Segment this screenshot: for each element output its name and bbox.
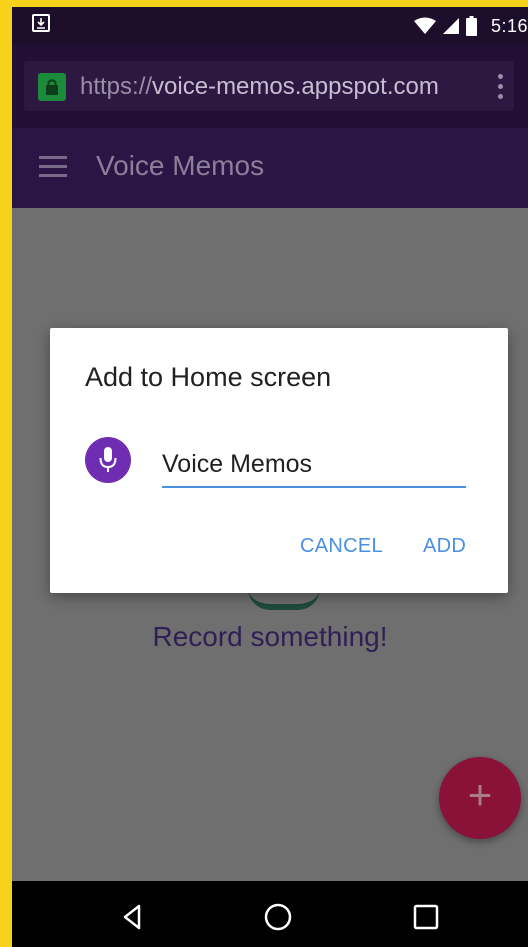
lock-icon[interactable] [38,73,66,101]
home-icon[interactable] [262,901,294,933]
url-bar[interactable]: https://voice-memos.appspot.com [24,61,514,111]
plus-icon: + [467,771,493,818]
add-memo-fab[interactable]: + [439,757,521,839]
url-scheme: https:// [80,73,153,100]
back-icon[interactable] [117,901,149,933]
status-bar: 5:16 [12,7,528,45]
empty-state-message: Record something! [152,621,388,652]
device-screen: 5:16 https://voice-memos.appspot.com Voi… [12,7,528,947]
cell-signal-icon [442,18,459,34]
wifi-icon [413,17,436,34]
status-icons: 5:16 [413,13,528,39]
app-bar: Voice Memos [12,128,528,208]
url-text[interactable]: https://voice-memos.appspot.com [80,73,439,101]
add-to-home-screen-dialog: Add to Home screen CANCEL ADD [50,328,508,593]
system-nav-bar [12,881,528,947]
dialog-title: Add to Home screen [85,362,332,392]
recents-icon[interactable] [410,901,442,933]
cancel-button[interactable]: CANCEL [300,535,383,558]
overflow-menu-icon[interactable] [490,71,510,103]
app-title: Voice Memos [96,150,265,181]
hamburger-menu-icon[interactable] [39,156,69,178]
browser-toolbar: https://voice-memos.appspot.com [12,45,528,128]
add-button[interactable]: ADD [423,535,466,558]
microphone-icon [85,437,131,483]
battery-icon [465,16,477,36]
status-time: 5:16 [490,15,528,36]
download-notification-icon [32,14,50,32]
url-host: voice-memos.appspot.com [152,73,439,100]
shortcut-name-input[interactable] [162,442,466,488]
